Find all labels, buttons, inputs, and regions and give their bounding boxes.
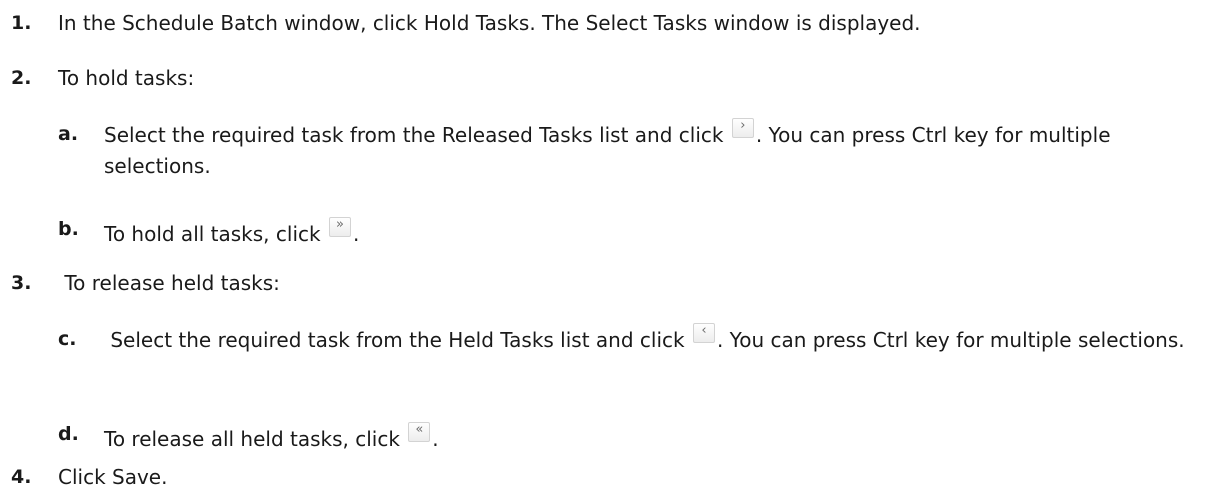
substep-letter: d. — [58, 423, 79, 445]
substep-text-before: Select the required task from the Held T… — [104, 328, 685, 352]
substep-letter: a. — [58, 123, 79, 145]
substep-letter: b. — [58, 218, 79, 240]
step-number: 2. — [11, 67, 32, 89]
substep-text-before: To release all held tasks, click — [104, 427, 400, 451]
substep-text: To release all held tasks, click «. — [104, 422, 439, 451]
substep-text-after: . You can press Ctrl key for multiple se… — [716, 328, 1185, 352]
step-number: 1. — [11, 12, 32, 34]
chevron-right-icon: › — [731, 118, 754, 138]
step-text: Click Save. — [58, 465, 168, 489]
double-chevron-left-icon: « — [408, 422, 431, 442]
substep-text-before: To hold all tasks, click — [104, 222, 321, 246]
step-text: To hold tasks: — [58, 66, 195, 90]
substep-text: Select the required task from the Releas… — [104, 118, 1204, 182]
step-number: 4. — [11, 466, 32, 488]
substep-text: Select the required task from the Held T… — [104, 323, 1204, 356]
substep-text-before: Select the required task from the Releas… — [104, 123, 724, 147]
step-number: 3. — [11, 272, 32, 294]
chevron-left-icon: ‹ — [692, 323, 715, 343]
step-text: To release held tasks: — [58, 271, 280, 295]
substep-letter: c. — [58, 328, 77, 350]
substep-text-after: . — [352, 222, 360, 246]
double-chevron-right-icon: » — [328, 217, 351, 237]
substep-text: To hold all tasks, click ». — [104, 217, 359, 246]
substep-text-after: . — [432, 427, 439, 451]
step-text: In the Schedule Batch window, click Hold… — [58, 11, 921, 35]
